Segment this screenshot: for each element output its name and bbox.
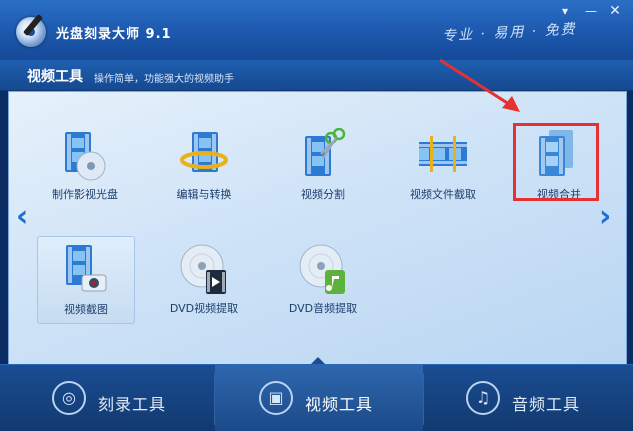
film-scissors-icon [299, 127, 347, 184]
film-camera-icon [62, 243, 110, 299]
disc-music-icon [299, 242, 347, 298]
bottom-tab-bar: ◎ 刻录工具 ▣ 视频工具 ♫ 音频工具 [0, 364, 633, 431]
section-description: 操作简单，功能强大的视频助手 [94, 74, 234, 85]
tool-label: 制作影视光盘 [52, 188, 118, 201]
menu-button[interactable]: ▾ [556, 3, 574, 19]
tab-burn-tools[interactable]: ◎ 刻录工具 [0, 365, 214, 431]
tool-edit-convert[interactable]: 编辑与转换 [156, 128, 252, 212]
disc-video-icon [180, 242, 228, 298]
tool-make-video-disc[interactable]: 制作影视光盘 [37, 128, 133, 212]
tab-label: 刻录工具 [98, 395, 167, 414]
minimize-button[interactable]: — [582, 3, 600, 19]
film-disc-icon [61, 128, 109, 184]
highlight-box [513, 123, 599, 201]
app-window: 光盘刻录大师 9.1 专业 · 易用 · 免费 ▾ — ✕ 视频工具 操作简单，… [0, 0, 633, 431]
section-title: 视频工具 [27, 69, 83, 85]
tab-notch [311, 357, 325, 364]
tool-dvd-audio-extract[interactable]: DVD音频提取 [275, 242, 371, 326]
film-icon: ▣ [259, 381, 293, 415]
tool-label: 视频文件截取 [410, 188, 476, 201]
tool-dvd-video-extract[interactable]: DVD视频提取 [156, 242, 252, 326]
film-ring-icon [180, 128, 228, 184]
film-strip-icon [413, 128, 473, 184]
tool-label: 视频分割 [301, 188, 345, 201]
tab-label: 音频工具 [512, 395, 581, 414]
disc-icon: ◎ [52, 381, 86, 415]
tool-label: DVD音频提取 [288, 302, 358, 315]
tab-video-tools[interactable]: ▣ 视频工具 [215, 365, 423, 431]
tab-audio-tools[interactable]: ♫ 音频工具 [424, 365, 633, 431]
tab-label: 视频工具 [305, 395, 374, 414]
tool-label: 编辑与转换 [176, 188, 232, 201]
tool-video-trim[interactable]: 视频文件截取 [395, 128, 491, 212]
pointer-arrow-icon [439, 58, 520, 112]
app-title: 光盘刻录大师 9.1 [56, 27, 172, 42]
tool-label: DVD视频提取 [169, 302, 239, 315]
app-slogan: 专业 · 易用 · 免费 [441, 21, 578, 45]
close-button[interactable]: ✕ [606, 3, 624, 19]
tool-video-split[interactable]: 视频分割 [275, 127, 371, 212]
section-header: 视频工具 操作简单，功能强大的视频助手 [0, 60, 633, 91]
tool-video-screenshot[interactable]: 视频截图 [37, 236, 135, 324]
tool-label: 视频截图 [64, 303, 108, 316]
title-bar: 光盘刻录大师 9.1 专业 · 易用 · 免费 ▾ — ✕ [0, 0, 633, 60]
music-note-icon: ♫ [466, 381, 500, 415]
prev-page-arrow-icon[interactable]: ‹ [16, 202, 36, 232]
